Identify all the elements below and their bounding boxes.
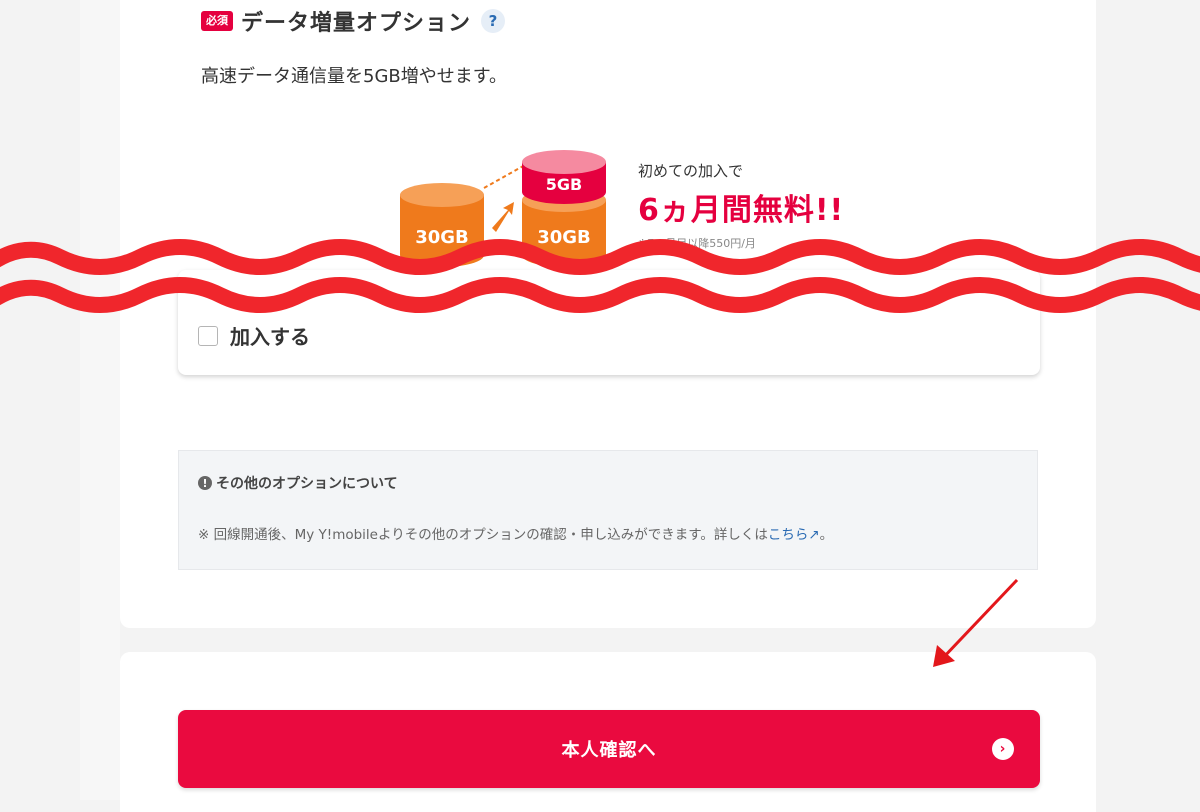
background-stripe <box>80 0 120 800</box>
cta-label[interactable]: 本人確認へ <box>562 736 657 762</box>
added-cylinder: 5GB <box>522 150 606 204</box>
external-link-icon[interactable]: ↗ <box>808 527 819 543</box>
other-options-suffix: 。 <box>819 527 834 543</box>
help-icon[interactable]: ? <box>481 9 506 33</box>
dashed-connector <box>483 164 526 189</box>
increase-arrow-icon <box>492 202 514 232</box>
section-header: 必須 データ増量オプション ? <box>201 4 506 38</box>
promo-free-period: 6ヵ月間無料!! <box>638 193 845 228</box>
info-icon: ! <box>198 476 212 490</box>
required-badge: 必須 <box>201 11 233 31</box>
annotation-arrow-icon <box>933 578 1019 667</box>
details-link[interactable]: こちら <box>768 527 809 543</box>
promo-first-time: 初めての加入で <box>638 162 744 180</box>
chevron-right-icon[interactable]: › <box>992 738 1014 760</box>
cut-wave-decoration <box>0 239 1200 313</box>
identity-verification-button[interactable]: 本人確認へ › <box>178 710 1040 788</box>
other-options-text: ※ 回線開通後、My Y!mobileよりその他のオプションの確認・申し込みがで… <box>198 523 833 543</box>
section-description: 高速データ通信量を5GB増やせます。 <box>201 66 507 87</box>
other-options-heading: ! その他のオプションについて <box>198 473 398 493</box>
section-title: データ増量オプション <box>241 11 472 36</box>
other-options-body: ※ 回線開通後、My Y!mobileよりその他のオプションの確認・申し込みがで… <box>198 527 768 543</box>
other-options-box <box>178 450 1038 570</box>
added-capacity-label: 5GB <box>546 175 582 194</box>
other-options-title: その他のオプションについて <box>216 476 398 492</box>
